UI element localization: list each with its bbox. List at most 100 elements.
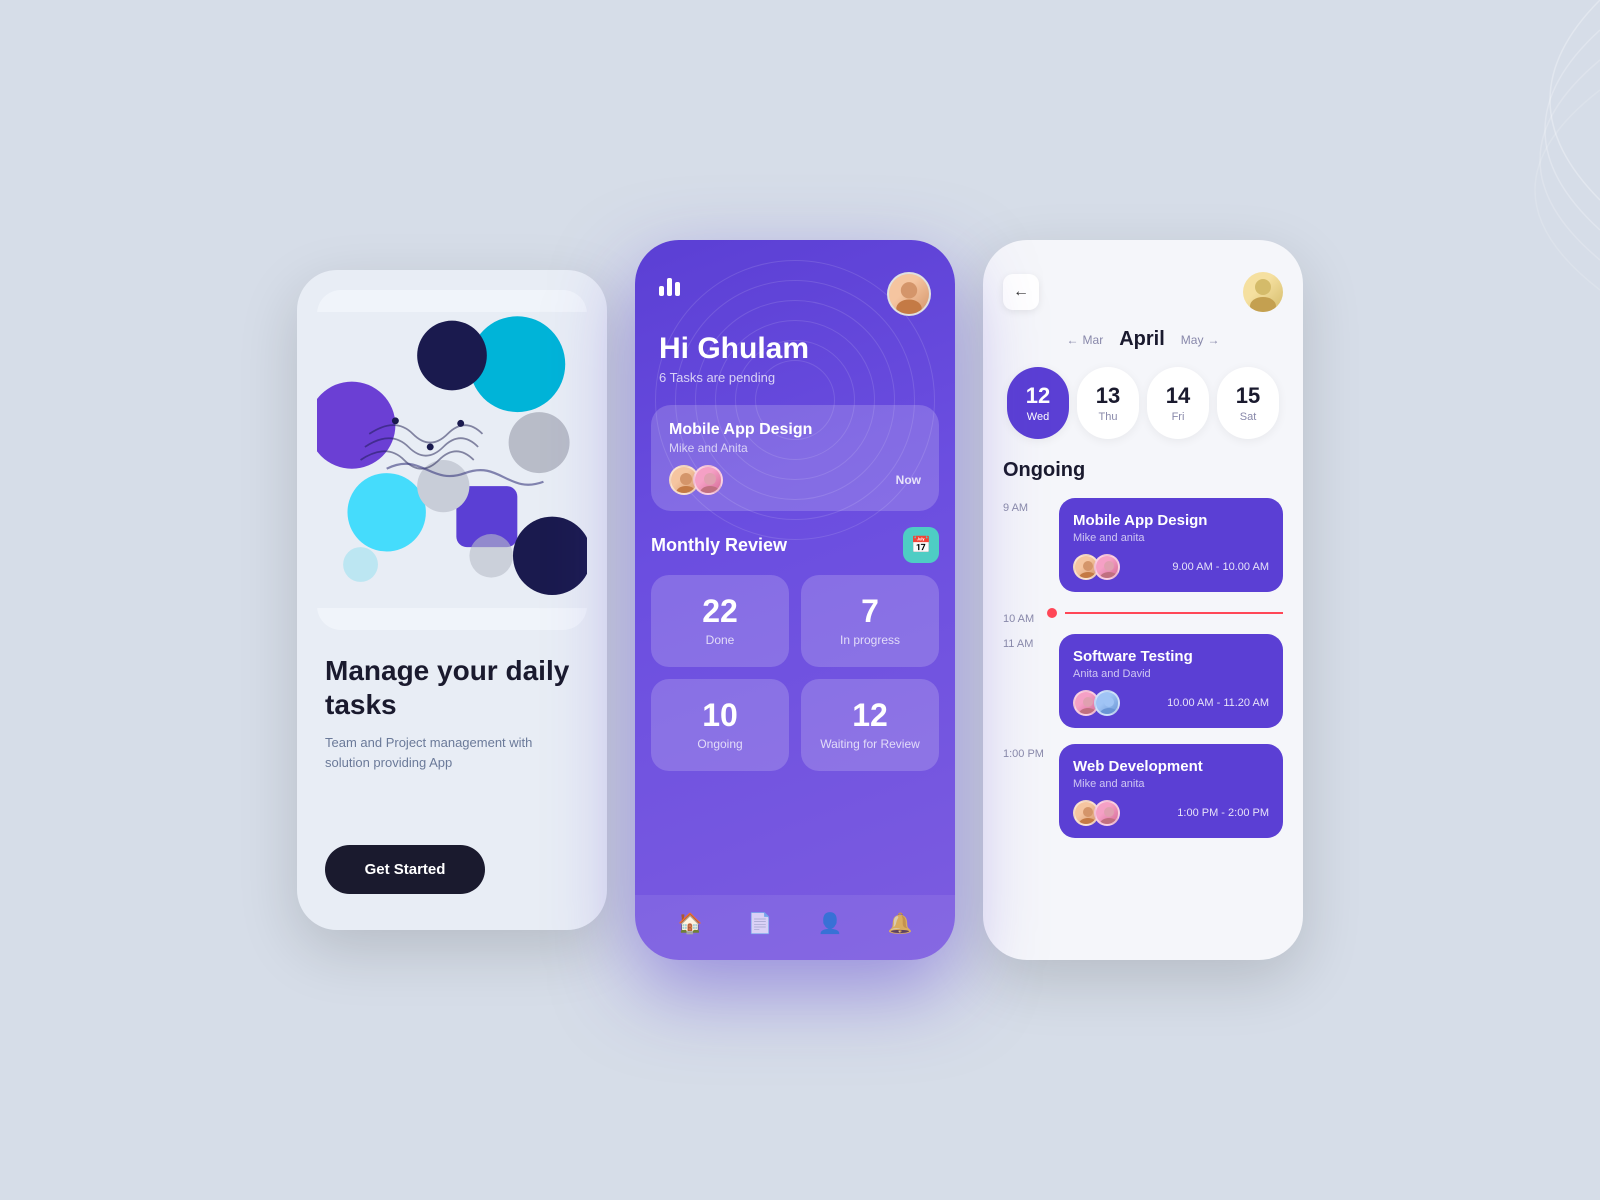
event-time-mobile-app: 9.00 AM - 10.00 AM <box>1172 561 1269 573</box>
event-footer-software-testing: 10.00 AM - 11.20 AM <box>1073 690 1269 716</box>
review-section-title: Monthly Review <box>651 535 787 556</box>
event-time-web-dev: 1:00 PM - 2:00 PM <box>1177 807 1269 819</box>
stat-inprogress-number: 7 <box>861 595 879 627</box>
ongoing-section: Ongoing 9 AM Mobile App Design Mike and … <box>983 459 1303 960</box>
bar-chart-icon <box>659 272 680 296</box>
stat-done: 22 Done <box>651 575 789 667</box>
date-day-14: Fri <box>1172 411 1185 423</box>
event-card-mobile-app[interactable]: Mobile App Design Mike and anita <box>1059 498 1283 592</box>
dashboard-header <box>635 240 955 332</box>
task-time: Now <box>896 473 921 487</box>
time-label-1pm: 1:00 PM <box>1003 744 1047 760</box>
back-button[interactable]: ← <box>1003 274 1039 310</box>
nav-home[interactable]: 🏠 <box>678 911 703 936</box>
stat-inprogress: 7 In progress <box>801 575 939 667</box>
timeline-item-11am: 11 AM Software Testing Anita and David <box>1003 634 1283 736</box>
next-month-btn[interactable]: May → <box>1181 333 1220 347</box>
event-footer-mobile-app: 9.00 AM - 10.00 AM <box>1073 554 1269 580</box>
tasks-pending: 6 Tasks are pending <box>659 370 931 385</box>
next-arrow-icon: → <box>1207 333 1219 347</box>
calendar-icon-btn[interactable]: 📅 <box>903 527 939 563</box>
task-card-sub: Mike and Anita <box>669 441 921 455</box>
greeting-title: Hi Ghulam <box>659 332 931 366</box>
time-label-11am: 11 AM <box>1003 634 1047 650</box>
next-month-label: May <box>1181 333 1204 347</box>
stat-waiting: 12 Waiting for Review <box>801 679 939 771</box>
stat-ongoing-label: Ongoing <box>697 737 742 751</box>
task-card-title: Mobile App Design <box>669 421 921 439</box>
date-num-12: 12 <box>1026 383 1050 409</box>
phone-onboarding: Manage your daily tasks Team and Project… <box>297 270 607 930</box>
date-pill-13[interactable]: 13 Thu <box>1077 367 1139 439</box>
review-section-header: Monthly Review 📅 <box>651 527 939 563</box>
current-time-row: 10 AM <box>1003 608 1283 626</box>
date-day-13: Thu <box>1099 411 1118 423</box>
event-card-web-dev[interactable]: Web Development Mike and anita <box>1059 744 1283 838</box>
date-day-15: Sat <box>1240 411 1257 423</box>
calendar-navigation: ← Mar April May → <box>983 328 1303 367</box>
date-row: 12 Wed 13 Thu 14 Fri 15 Sat <box>983 367 1303 459</box>
task-card-footer: Now <box>669 465 921 495</box>
greeting-section: Hi Ghulam 6 Tasks are pending <box>635 332 955 405</box>
nav-profile[interactable]: 👤 <box>818 911 843 936</box>
date-num-13: 13 <box>1096 383 1120 409</box>
time-label-9am: 9 AM <box>1003 498 1047 514</box>
event-footer-web-dev: 1:00 PM - 2:00 PM <box>1073 800 1269 826</box>
date-day-12: Wed <box>1027 411 1049 423</box>
illustration-panel <box>317 290 587 630</box>
event-time-software-testing: 10.00 AM - 11.20 AM <box>1167 697 1269 709</box>
task-avatar-2 <box>693 465 723 495</box>
current-month-label: April <box>1119 328 1165 351</box>
get-started-button[interactable]: Get Started <box>325 845 485 894</box>
stat-waiting-label: Waiting for Review <box>820 737 920 751</box>
task-avatars <box>669 465 717 495</box>
stats-grid: 22 Done 7 In progress 10 Ongoing 12 Wait… <box>651 575 939 771</box>
event-avatars-web-dev <box>1073 800 1115 826</box>
onboarding-subtitle: Team and Project management with solutio… <box>325 733 579 772</box>
user-avatar-calendar <box>1243 272 1283 312</box>
dashboard-body: Mobile App Design Mike and Anita <box>635 405 955 895</box>
avatar-face <box>889 274 929 314</box>
time-label-10am: 10 AM <box>1003 609 1047 625</box>
time-dot <box>1047 608 1057 618</box>
onboarding-title: Manage your daily tasks <box>325 654 579 721</box>
timeline-item-1pm: 1:00 PM Web Development Mike and anita <box>1003 744 1283 846</box>
prev-month-btn[interactable]: ← Mar <box>1067 333 1104 347</box>
stat-inprogress-label: In progress <box>840 633 900 647</box>
prev-month-label: Mar <box>1083 333 1104 347</box>
event-avatar-testing-2 <box>1094 690 1120 716</box>
phone-dashboard: Hi Ghulam 6 Tasks are pending Mobile App… <box>635 240 955 960</box>
date-pill-14[interactable]: 14 Fri <box>1147 367 1209 439</box>
bottom-nav: 🏠 📄 👤 🔔 <box>635 895 955 960</box>
nav-bell[interactable]: 🔔 <box>888 911 913 936</box>
event-avatar-webdev-2 <box>1094 800 1120 826</box>
nav-document[interactable]: 📄 <box>748 911 773 936</box>
date-num-15: 15 <box>1236 383 1260 409</box>
date-num-14: 14 <box>1166 383 1190 409</box>
event-sub-mobile-app: Mike and anita <box>1073 532 1269 544</box>
user-avatar <box>887 272 931 316</box>
calendar-header: ← <box>983 240 1303 328</box>
current-time-indicator <box>1047 608 1283 618</box>
event-card-software-testing[interactable]: Software Testing Anita and David <box>1059 634 1283 728</box>
phone-calendar: ← ← Mar April May → 12 We <box>983 240 1303 960</box>
stat-done-number: 22 <box>702 595 738 627</box>
timeline-item-9am: 9 AM Mobile App Design Mike and anita <box>1003 498 1283 600</box>
event-sub-software-testing: Anita and David <box>1073 668 1269 680</box>
event-avatars-mobile-app <box>1073 554 1115 580</box>
prev-arrow-icon: ← <box>1067 333 1079 347</box>
task-card-mobile-app[interactable]: Mobile App Design Mike and Anita <box>651 405 939 511</box>
event-avatars-software-testing <box>1073 690 1115 716</box>
stat-ongoing-number: 10 <box>702 699 738 731</box>
ongoing-title: Ongoing <box>1003 459 1283 482</box>
event-title-web-dev: Web Development <box>1073 758 1269 775</box>
date-pill-12[interactable]: 12 Wed <box>1007 367 1069 439</box>
time-line <box>1065 612 1283 614</box>
phones-container: Manage your daily tasks Team and Project… <box>297 240 1303 960</box>
event-sub-web-dev: Mike and anita <box>1073 778 1269 790</box>
stat-waiting-number: 12 <box>852 699 888 731</box>
stat-ongoing: 10 Ongoing <box>651 679 789 771</box>
date-pill-15[interactable]: 15 Sat <box>1217 367 1279 439</box>
event-avatar-2 <box>1094 554 1120 580</box>
event-title-mobile-app: Mobile App Design <box>1073 512 1269 529</box>
